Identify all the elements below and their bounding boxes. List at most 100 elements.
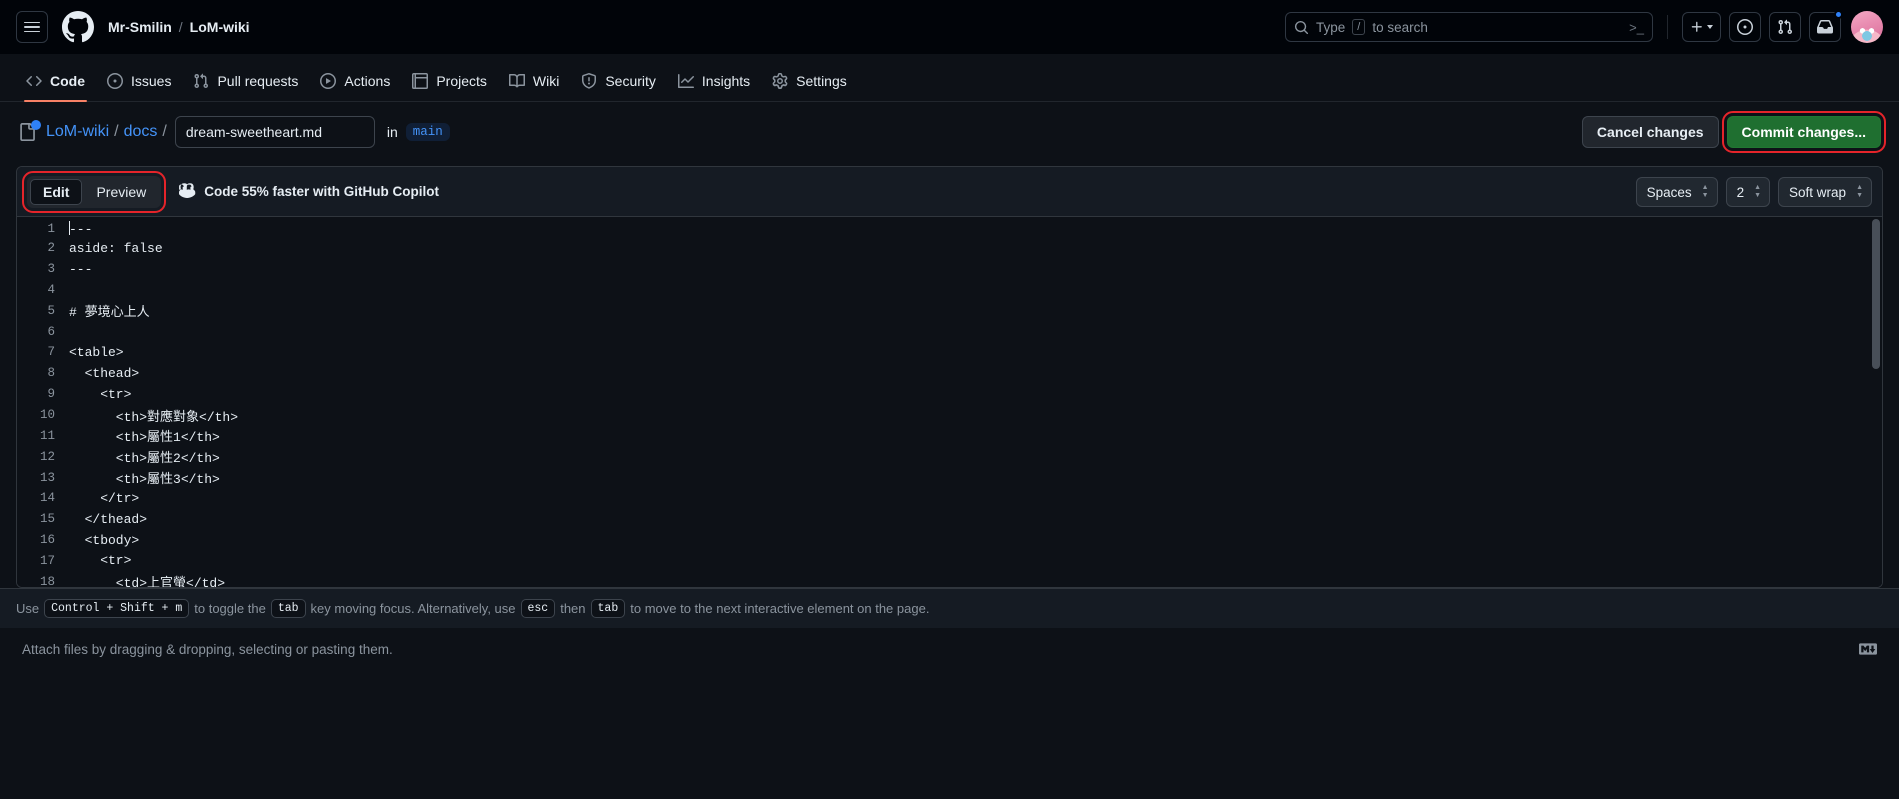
indent-size-select[interactable]: 2 ▲▼ (1726, 177, 1770, 207)
file-path-bar: LoM-wiki / docs / in main Cancel changes… (0, 102, 1899, 162)
terminal-icon[interactable]: >_ (1629, 20, 1644, 35)
in-label: in (387, 124, 398, 140)
breadcrumb-owner[interactable]: Mr-Smilin (108, 19, 172, 35)
tab-preview[interactable]: Preview (84, 179, 158, 205)
scrollbar-thumb[interactable] (1872, 219, 1880, 369)
line-number: 3 (17, 262, 69, 276)
line-number: 9 (17, 387, 69, 401)
plus-icon (1690, 20, 1704, 34)
branch-badge: main (406, 123, 450, 141)
help-text-4: then (560, 601, 585, 616)
tab-pull-requests[interactable]: Pull requests (183, 61, 308, 101)
tab-code[interactable]: Code (16, 61, 95, 101)
code-icon (26, 73, 42, 89)
github-logo[interactable] (62, 11, 94, 43)
file-icon (18, 123, 36, 141)
breadcrumb-slash-2: / (162, 123, 166, 141)
code-line: 18 <td>上官螢</td> (17, 571, 1882, 588)
tab-issues[interactable]: Issues (97, 61, 181, 101)
tab-wiki[interactable]: Wiki (499, 61, 569, 101)
line-number: 13 (17, 471, 69, 485)
breadcrumb-repo-link[interactable]: LoM-wiki (46, 123, 109, 141)
filename-input[interactable] (175, 116, 375, 148)
tab-insights[interactable]: Insights (668, 61, 760, 101)
tab-settings-label: Settings (796, 73, 847, 89)
kbd-tab-1: tab (271, 599, 306, 618)
code-line: 10 <th>對應對象</th> (17, 405, 1882, 426)
search-input[interactable]: Type / to search >_ (1285, 12, 1653, 42)
wrap-mode-select[interactable]: Soft wrap ▲▼ (1778, 177, 1872, 207)
copilot-promo[interactable]: Code 55% faster with GitHub Copilot (179, 182, 439, 202)
line-text: </tr> (69, 491, 139, 506)
code-line: 5 # 夢境心上人 (17, 300, 1882, 321)
line-number: 16 (17, 533, 69, 547)
shield-icon (581, 73, 597, 89)
cancel-changes-button[interactable]: Cancel changes (1582, 116, 1719, 148)
play-icon (320, 73, 336, 89)
tab-pull-requests-label: Pull requests (217, 73, 298, 89)
breadcrumb-folder-link[interactable]: docs (124, 123, 158, 141)
copilot-icon (179, 182, 196, 202)
line-number: 5 (17, 304, 69, 318)
help-text-2: to toggle the (194, 601, 266, 616)
code-line: 1 --- (17, 217, 1882, 238)
editor-scrollbar[interactable] (1870, 217, 1882, 588)
line-text: <thead> (69, 366, 139, 381)
keyboard-help-bar: Use Control + Shift + m to toggle the ta… (0, 588, 1899, 628)
kbd-control-shift-m: Control + Shift + m (44, 599, 189, 618)
header-divider (1667, 15, 1668, 39)
menu-icon[interactable] (16, 11, 48, 43)
line-number: 1 (17, 222, 69, 236)
help-text-1: Use (16, 601, 39, 616)
help-text-3: key moving focus. Alternatively, use (311, 601, 516, 616)
header-actions: Type / to search >_ (1285, 0, 1883, 54)
breadcrumb-repo[interactable]: LoM-wiki (190, 19, 250, 35)
code-line: 2 aside: false (17, 238, 1882, 259)
line-text: --- (69, 262, 92, 277)
git-pull-request-icon (1777, 19, 1793, 35)
notification-badge (1834, 10, 1843, 19)
tab-settings[interactable]: Settings (762, 61, 857, 101)
code-editor[interactable]: 1 --- 2 aside: false 3 --- 4 5 # 夢境心上人 6 (17, 217, 1882, 588)
markdown-icon[interactable] (1859, 640, 1877, 658)
tab-security[interactable]: Security (571, 61, 666, 101)
code-lines: 1 --- 2 aside: false 3 --- 4 5 # 夢境心上人 6 (17, 217, 1882, 588)
graph-icon (678, 73, 694, 89)
pull-requests-button[interactable] (1769, 12, 1801, 42)
tab-security-label: Security (605, 73, 656, 89)
attach-files-bar[interactable]: Attach files by dragging & dropping, sel… (0, 628, 1899, 670)
tab-actions-label: Actions (344, 73, 390, 89)
tab-code-label: Code (50, 73, 85, 89)
line-text: <th>屬性1</th> (69, 426, 220, 445)
tab-wiki-label: Wiki (533, 73, 559, 89)
line-number: 14 (17, 491, 69, 505)
notifications-button[interactable] (1809, 12, 1841, 42)
code-line: 6 (17, 321, 1882, 342)
copilot-text: Code 55% faster with GitHub Copilot (204, 184, 439, 199)
code-line: 3 --- (17, 259, 1882, 280)
edit-preview-tabs: Edit Preview (27, 176, 161, 208)
line-text: </thead> (69, 512, 147, 527)
search-prefix: Type (1316, 20, 1345, 35)
line-text: # 夢境心上人 (69, 301, 150, 320)
wrap-mode-value: Soft wrap (1789, 185, 1846, 200)
issues-button[interactable] (1729, 12, 1761, 42)
tab-projects[interactable]: Projects (402, 61, 497, 101)
commit-changes-button[interactable]: Commit changes... (1727, 116, 1881, 148)
line-number: 17 (17, 554, 69, 568)
chevron-updown-icon: ▲▼ (1754, 185, 1761, 199)
gear-icon (772, 73, 788, 89)
code-line: 17 <tr> (17, 551, 1882, 572)
line-number: 10 (17, 408, 69, 422)
avatar[interactable] (1851, 11, 1883, 43)
table-icon (412, 73, 428, 89)
kbd-esc: esc (521, 599, 556, 618)
tab-edit[interactable]: Edit (30, 179, 82, 205)
code-line: 9 <tr> (17, 384, 1882, 405)
editor-settings: Spaces ▲▼ 2 ▲▼ Soft wrap ▲▼ (1636, 167, 1872, 217)
indent-mode-select[interactable]: Spaces ▲▼ (1636, 177, 1718, 207)
git-pull-request-icon (193, 73, 209, 89)
tab-actions[interactable]: Actions (310, 61, 400, 101)
create-new-button[interactable] (1682, 12, 1721, 42)
code-line: 13 <th>屬性3</th> (17, 467, 1882, 488)
